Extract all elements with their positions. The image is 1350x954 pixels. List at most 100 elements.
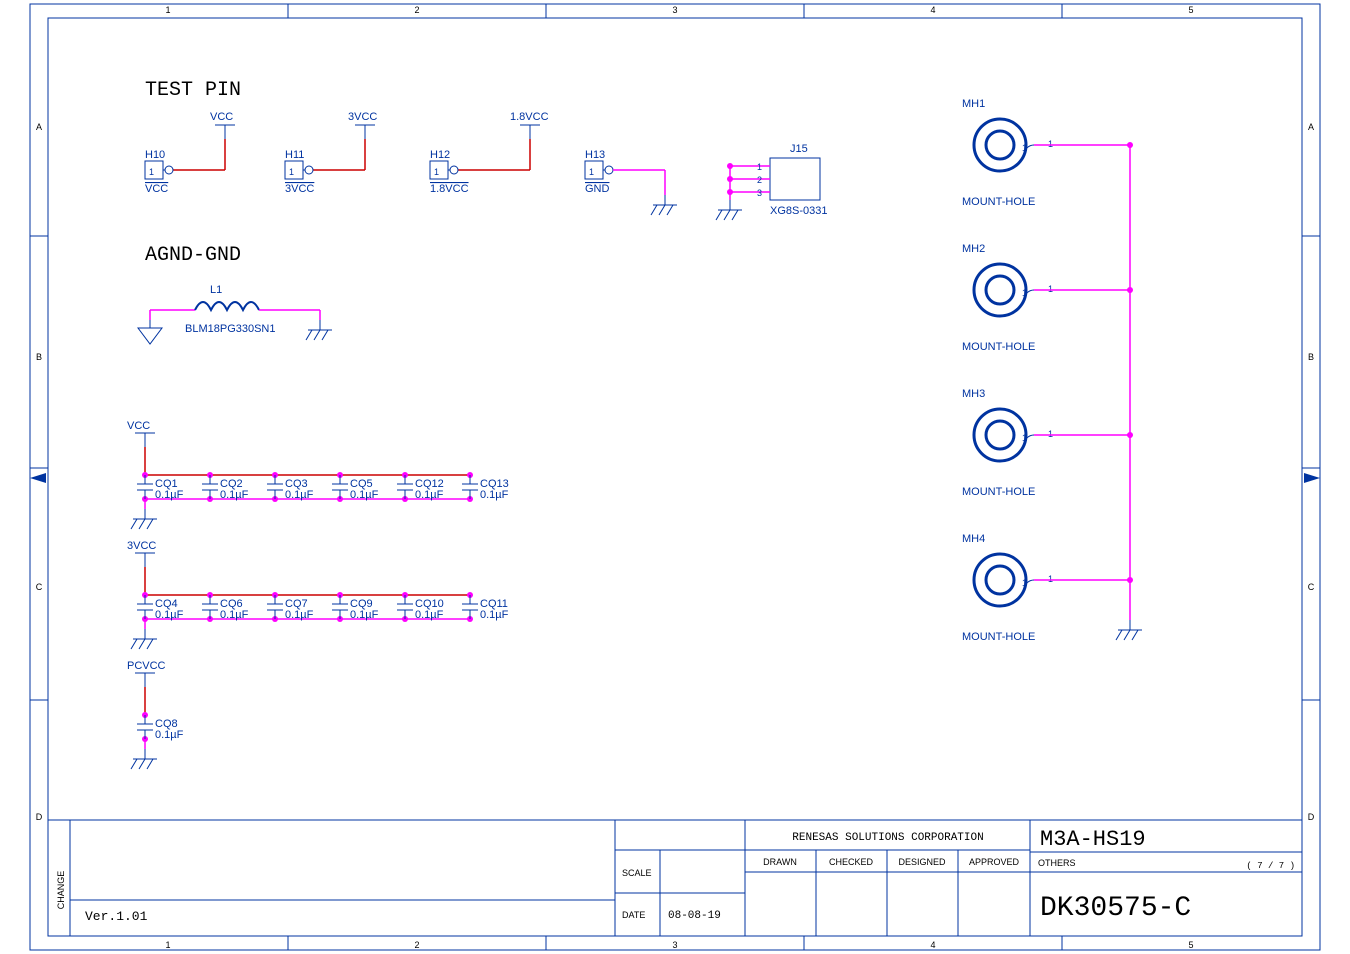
svg-text:0.1µF: 0.1µF bbox=[220, 489, 249, 501]
svg-text:L1: L1 bbox=[210, 284, 222, 296]
svg-text:1: 1 bbox=[1022, 578, 1027, 588]
svg-text:SCALE: SCALE bbox=[622, 868, 652, 878]
svg-text:0.1µF: 0.1µF bbox=[285, 489, 314, 501]
svg-text:0.1µF: 0.1µF bbox=[415, 489, 444, 501]
svg-text:APPROVED: APPROVED bbox=[969, 857, 1020, 867]
svg-text:1: 1 bbox=[1022, 288, 1027, 298]
caprow-vcc: VCCCQ10.1µFCQ20.1µFCQ30.1µFCQ50.1µFCQ120… bbox=[127, 420, 509, 529]
svg-text:A: A bbox=[36, 122, 42, 132]
svg-text:H13: H13 bbox=[585, 149, 605, 161]
svg-text:1.8VCC: 1.8VCC bbox=[510, 111, 549, 123]
svg-text:PCVCC: PCVCC bbox=[127, 660, 166, 672]
svg-text:D: D bbox=[1308, 812, 1315, 822]
svg-text:1: 1 bbox=[757, 162, 762, 172]
row-letters: A A B B C C D D bbox=[36, 122, 1315, 822]
svg-text:VCC: VCC bbox=[127, 420, 150, 432]
svg-text:1.8VCC: 1.8VCC bbox=[430, 183, 469, 195]
svg-text:J15: J15 bbox=[790, 143, 808, 155]
svg-text:1: 1 bbox=[289, 167, 294, 177]
svg-text:DATE: DATE bbox=[622, 910, 645, 920]
svg-text:H11: H11 bbox=[285, 149, 304, 161]
svg-text:1: 1 bbox=[1022, 143, 1027, 153]
svg-text:C: C bbox=[36, 582, 43, 592]
svg-text:4: 4 bbox=[930, 940, 935, 950]
section-title-agnd: AGND-GND bbox=[145, 244, 241, 267]
svg-text:0.1µF: 0.1µF bbox=[480, 489, 509, 501]
svg-text:MH4: MH4 bbox=[962, 533, 985, 545]
svg-text:A: A bbox=[1308, 122, 1314, 132]
svg-text:1: 1 bbox=[165, 5, 170, 15]
header-H12: 1.8VCC H12 1 1.8VCC bbox=[430, 111, 549, 195]
svg-text:MOUNT-HOLE: MOUNT-HOLE bbox=[962, 341, 1035, 353]
svg-text:MOUNT-HOLE: MOUNT-HOLE bbox=[962, 631, 1035, 643]
svg-text:BLM18PG330SN1: BLM18PG330SN1 bbox=[185, 323, 276, 335]
svg-text:3VCC: 3VCC bbox=[285, 183, 314, 195]
svg-text:MH2: MH2 bbox=[962, 243, 985, 255]
svg-text:0.1µF: 0.1µF bbox=[480, 609, 509, 621]
header-H10: VCC H10 1 VCC bbox=[145, 111, 235, 195]
svg-text:RENESAS SOLUTIONS CORPORATION: RENESAS SOLUTIONS CORPORATION bbox=[792, 832, 983, 844]
section-title-testpin: TEST PIN bbox=[145, 79, 241, 102]
svg-text:B: B bbox=[1308, 352, 1314, 362]
svg-text:B: B bbox=[36, 352, 42, 362]
svg-text:3: 3 bbox=[757, 188, 762, 198]
svg-text:H10: H10 bbox=[145, 149, 165, 161]
svg-text:3: 3 bbox=[672, 5, 677, 15]
svg-text:2: 2 bbox=[757, 175, 762, 185]
svg-text:0.1µF: 0.1µF bbox=[155, 729, 184, 741]
svg-text:MH3: MH3 bbox=[962, 388, 985, 400]
col-numbers: 1 2 3 4 5 1 2 3 4 5 bbox=[165, 5, 1193, 950]
svg-text:GND: GND bbox=[585, 183, 610, 195]
svg-text:1: 1 bbox=[149, 167, 154, 177]
svg-text:0.1µF: 0.1µF bbox=[285, 609, 314, 621]
svg-text:1: 1 bbox=[165, 940, 170, 950]
connector-J15: J15 1 2 3 XG8S-0331 bbox=[716, 143, 827, 220]
svg-text:5: 5 bbox=[1188, 5, 1193, 15]
svg-text:0.1µF: 0.1µF bbox=[155, 609, 184, 621]
svg-text:M3A-HS19: M3A-HS19 bbox=[1040, 827, 1146, 852]
svg-text:3VCC: 3VCC bbox=[127, 540, 156, 552]
svg-text:0.1µF: 0.1µF bbox=[350, 489, 379, 501]
svg-text:CHANGE: CHANGE bbox=[56, 871, 66, 910]
svg-text:1: 1 bbox=[1048, 429, 1053, 439]
svg-text:0.1µF: 0.1µF bbox=[220, 609, 249, 621]
svg-text:OTHERS: OTHERS bbox=[1038, 858, 1076, 868]
svg-text:CHECKED: CHECKED bbox=[829, 857, 874, 867]
svg-text:MOUNT-HOLE: MOUNT-HOLE bbox=[962, 486, 1035, 498]
svg-text:5: 5 bbox=[1188, 940, 1193, 950]
svg-text:08-08-19: 08-08-19 bbox=[668, 910, 721, 922]
svg-text:4: 4 bbox=[930, 5, 935, 15]
header-H13: H13 1 GND bbox=[585, 149, 677, 215]
title-block: CHANGE Ver.1.01 SCALE DATE 08-08-19 RENE… bbox=[48, 820, 1302, 936]
schematic-sheet: 1 2 3 4 5 1 2 3 4 5 A A B B C C D D TEST PIN AGN… bbox=[0, 0, 1350, 954]
svg-text:2: 2 bbox=[414, 5, 419, 15]
svg-text:0.1µF: 0.1µF bbox=[350, 609, 379, 621]
svg-text:3: 3 bbox=[672, 940, 677, 950]
caprow-pcvcc: PCVCCCQ80.1µF bbox=[127, 660, 184, 769]
svg-text:DK30575-C: DK30575-C bbox=[1040, 893, 1191, 924]
caprow-3vcc: 3VCCCQ40.1µFCQ60.1µFCQ70.1µFCQ90.1µFCQ10… bbox=[127, 540, 509, 649]
svg-text:H12: H12 bbox=[430, 149, 450, 161]
svg-text:C: C bbox=[1308, 582, 1315, 592]
svg-text:VCC: VCC bbox=[145, 183, 168, 195]
svg-text:1: 1 bbox=[1048, 574, 1053, 584]
svg-text:0.1µF: 0.1µF bbox=[415, 609, 444, 621]
svg-text:VCC: VCC bbox=[210, 111, 233, 123]
header-H11: 3VCC H11 1 3VCC bbox=[285, 111, 377, 195]
svg-text:MH1: MH1 bbox=[962, 98, 985, 110]
svg-text:DESIGNED: DESIGNED bbox=[898, 857, 946, 867]
svg-text:2: 2 bbox=[414, 940, 419, 950]
svg-text:1: 1 bbox=[589, 167, 594, 177]
mount-holes: MH1 1 1 MOUNT-HOLE MH2 1 1 MOUNT-HOLE MH3 1 1 MOUNT… bbox=[962, 98, 1142, 643]
svg-text:1: 1 bbox=[434, 167, 439, 177]
inductor-L1: L1 BLM18PG330SN1 bbox=[138, 284, 332, 344]
svg-text:D: D bbox=[36, 812, 43, 822]
svg-text:1: 1 bbox=[1048, 139, 1053, 149]
svg-text:0.1µF: 0.1µF bbox=[155, 489, 184, 501]
svg-text:MOUNT-HOLE: MOUNT-HOLE bbox=[962, 196, 1035, 208]
svg-text:Ver.1.01: Ver.1.01 bbox=[85, 909, 148, 924]
svg-text:3VCC: 3VCC bbox=[348, 111, 377, 123]
svg-text:XG8S-0331: XG8S-0331 bbox=[770, 205, 827, 217]
svg-text:( 7 / 7 ): ( 7 / 7 ) bbox=[1246, 861, 1295, 871]
svg-text:1: 1 bbox=[1022, 433, 1027, 443]
